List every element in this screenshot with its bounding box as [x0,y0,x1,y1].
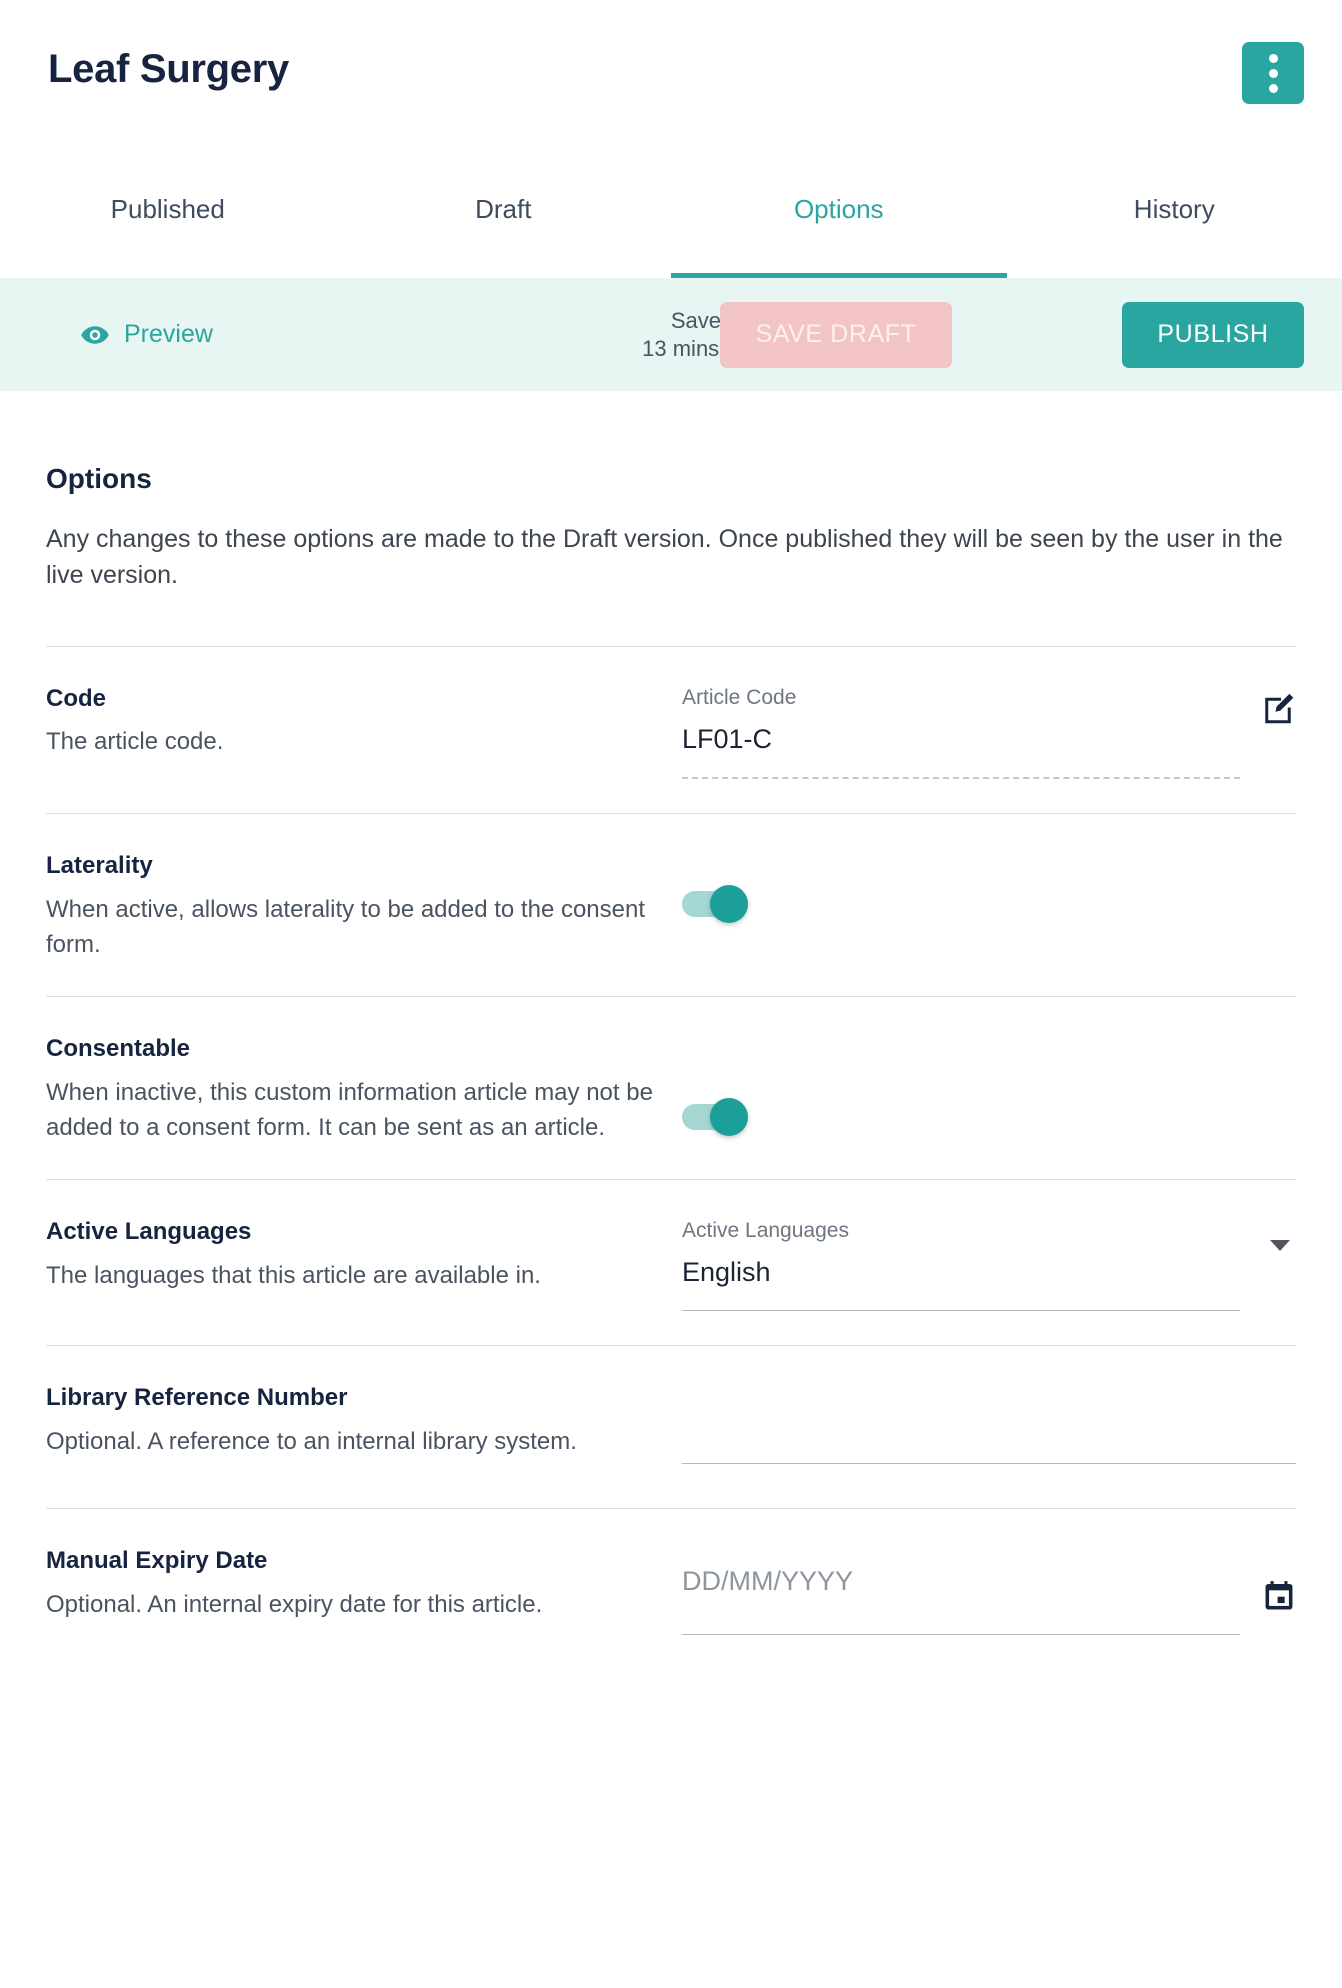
tab-bar: Published Draft Options History [0,152,1342,278]
row-library-reference: Library Reference Number Optional. A ref… [46,1346,1296,1508]
manual-expiry-field[interactable]: DD/MM/YYYY [682,1565,1296,1635]
tab-label: History [1133,193,1215,224]
row-consentable-control [682,1035,1296,1136]
field-underline [682,1310,1240,1312]
row-label: Code [46,684,106,712]
publish-button[interactable]: PUBLISH [1122,301,1304,368]
row-code: Code The article code. Article Code LF01… [46,647,1296,814]
row-description: Optional. An internal expiry date for th… [46,1591,543,1619]
row-laterality: Laterality When active, allows lateralit… [46,814,1296,996]
article-code-value: LF01-C [682,723,773,754]
kebab-menu-icon [1268,53,1278,63]
field-underline [682,777,1240,780]
row-laterality-text: Laterality When active, allows lateralit… [46,852,682,962]
kebab-menu-icon-dot [1268,83,1278,93]
row-label: Laterality [46,852,153,880]
library-reference-field[interactable] [682,1397,1296,1465]
row-description: When inactive, this custom information a… [46,1078,653,1141]
save-draft-button[interactable]: SAVE DRAFT [720,301,952,368]
library-reference-value [682,1397,1296,1429]
tab-history[interactable]: History [1007,152,1342,278]
row-description: The article code. [46,728,224,756]
tab-label: Options [793,193,884,224]
row-label: Active Languages [46,1217,252,1245]
calendar-icon[interactable] [1262,1579,1296,1613]
page-title: Leaf Surgery [48,47,289,91]
toggle-knob [710,1097,748,1136]
row-code-text: Code The article code. [46,685,682,760]
manual-expiry-placeholder: DD/MM/YYYY [682,1566,854,1597]
action-bar: Preview Saved 13 mins ago SAVE DRAFT PUB… [0,278,1342,391]
active-languages-select[interactable]: Active Languages English [682,1218,1296,1312]
eye-icon [81,325,109,344]
row-label: Manual Expiry Date [46,1547,268,1575]
row-manual-expiry: Manual Expiry Date Optional. An internal… [46,1509,1296,1671]
row-label: Library Reference Number [46,1384,348,1412]
chevron-down-icon[interactable] [1270,1239,1290,1251]
row-manual-expiry-control: DD/MM/YYYY [682,1547,1296,1637]
field-underline [682,1633,1240,1635]
tab-published[interactable]: Published [0,152,336,278]
row-active-languages-control: Active Languages English [682,1218,1296,1312]
row-active-languages-text: Active Languages The languages that this… [46,1218,682,1293]
row-laterality-control [682,852,1296,942]
calendar-icon-glyph [1265,1581,1293,1610]
laterality-toggle[interactable] [682,885,748,924]
options-heading: Options [46,463,152,494]
preview-label: Preview [124,320,213,348]
tab-draft[interactable]: Draft [336,152,672,278]
row-description: The languages that this article are avai… [46,1261,541,1289]
preview-button[interactable]: Preview [80,320,213,350]
edit-icon[interactable] [1260,691,1296,727]
active-languages-value: English [682,1256,771,1287]
edit-icon-glyph [1265,693,1294,723]
row-description: When active, allows laterality to be add… [46,895,646,958]
row-label: Consentable [46,1034,191,1062]
row-description: Optional. A reference to an internal lib… [46,1428,577,1456]
consentable-toggle[interactable] [682,1097,748,1136]
row-manual-expiry-text: Manual Expiry Date Optional. An internal… [46,1547,682,1622]
row-consentable: Consentable When inactive, this custom i… [46,997,1296,1179]
field-label: Active Languages [682,1218,849,1242]
overflow-menu-button[interactable] [1242,42,1304,104]
row-consentable-text: Consentable When inactive, this custom i… [46,1035,682,1145]
tab-label: Published [110,193,225,224]
options-description: Any changes to these options are made to… [46,525,1283,590]
row-library-reference-control [682,1384,1296,1474]
row-code-control: Article Code LF01-C [682,685,1296,780]
kebab-menu-icon-dot [1268,68,1278,78]
tab-label: Draft [475,193,532,224]
options-content: Options Any changes to these options are… [0,463,1342,1671]
row-library-reference-text: Library Reference Number Optional. A ref… [46,1384,682,1459]
field-label: Article Code [682,685,797,709]
tab-options[interactable]: Options [671,152,1007,278]
page-header: Leaf Surgery [0,0,1342,152]
field-underline [682,1463,1296,1465]
toggle-knob [710,885,748,924]
row-active-languages: Active Languages The languages that this… [46,1180,1296,1346]
article-code-field[interactable]: Article Code LF01-C [682,685,1296,780]
